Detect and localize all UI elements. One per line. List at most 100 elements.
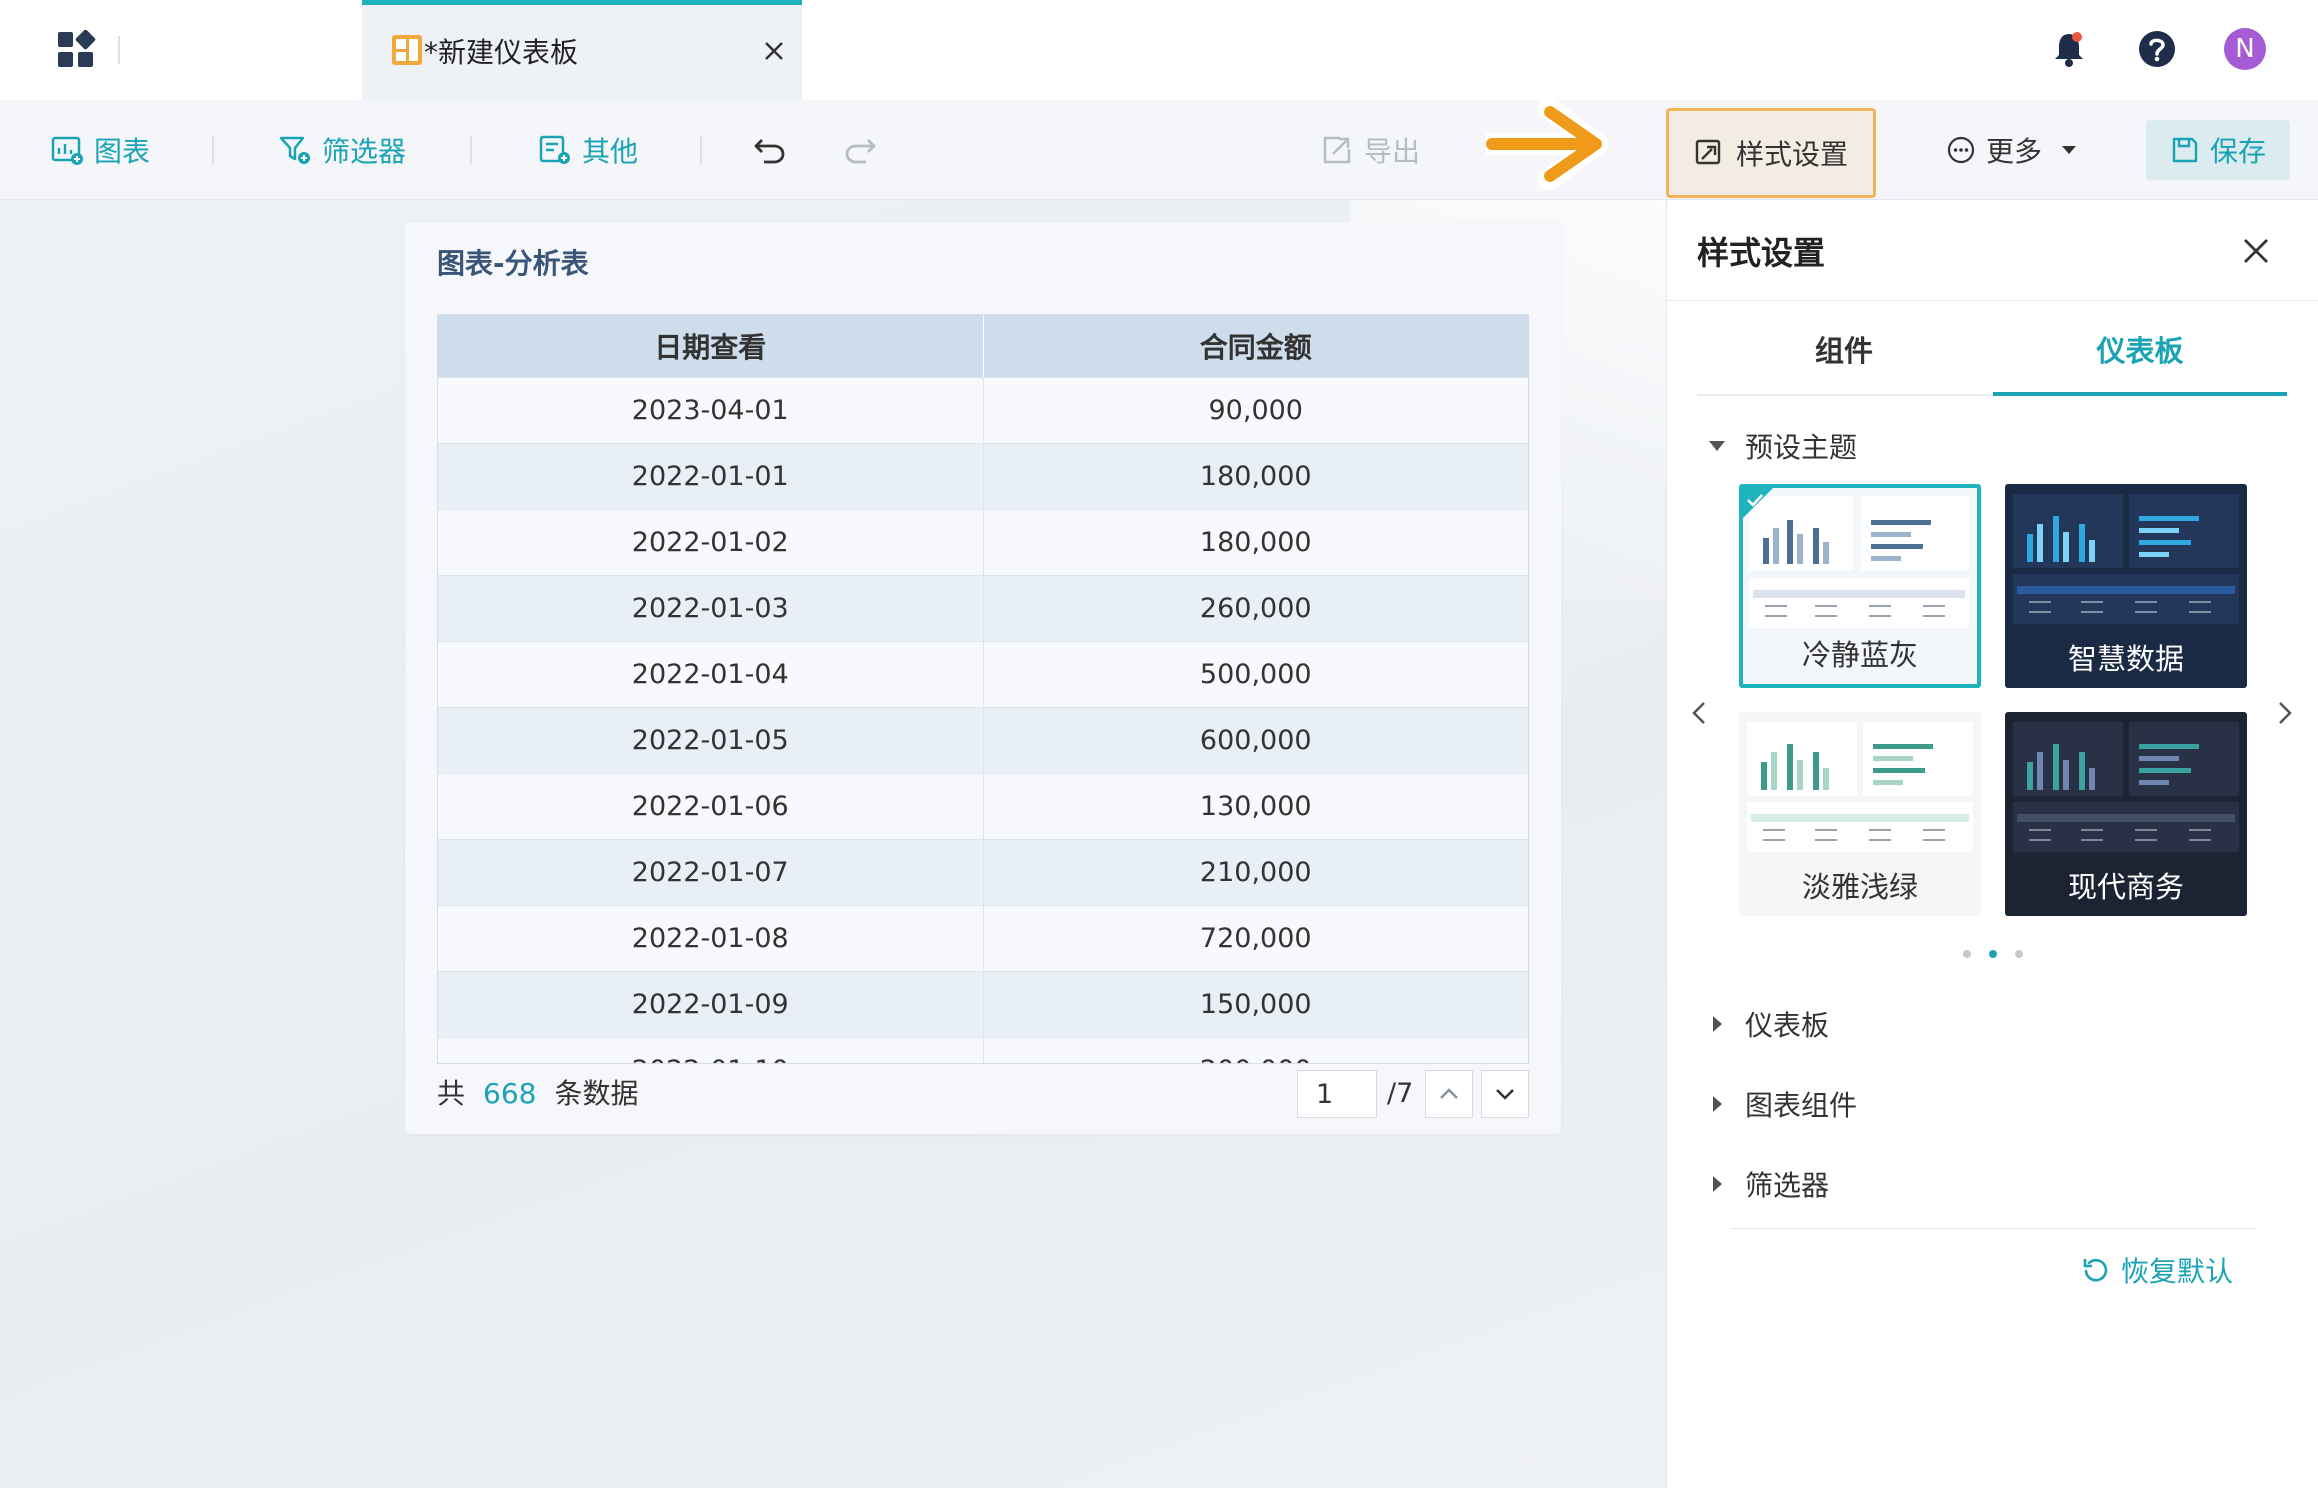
column-header-date[interactable]: 日期查看 [438,315,983,377]
cell-date: 2022-01-10 [438,1038,983,1063]
table-row: 2022-01-01 180,000 [438,443,1528,509]
card-title: 图表-分析表 [437,247,589,280]
active-tab-indicator [1993,392,2287,396]
other-button[interactable]: 其他 [538,128,638,172]
reset-default-button[interactable]: 恢复默认 [2081,1250,2233,1290]
add-chart-icon [51,136,83,165]
tab-dashboard[interactable]: *新建仪表板 [362,0,802,100]
theme-preview-thumbnail [1747,722,1973,852]
analysis-table: 日期查看 合同金额 2023-04-01 90,000 2022-01-01 180… [437,314,1529,1064]
theme-card-smart-data[interactable]: 智慧数据 [2005,484,2247,688]
chevron-down-icon [1496,1089,1514,1100]
bell-icon[interactable] [2048,28,2090,70]
tab-dashboard-style[interactable]: 仪表板 [1993,328,2287,370]
column-header-amount[interactable]: 合同金额 [982,315,1529,377]
theme-preview-thumbnail [2013,722,2239,852]
cell-amount: 150,000 [982,972,1529,1037]
export-icon [1323,136,1351,164]
cell-amount: 180,000 [982,510,1529,575]
save-button[interactable]: 保存 [2146,120,2290,180]
dashboard-section-label: 仪表板 [1745,1009,1830,1042]
caret-right-icon [1713,1096,1722,1112]
theme-card-elegant-green[interactable]: 淡雅浅绿 [1739,712,1981,916]
table-row: 2022-01-10200,000 [438,1037,1528,1063]
close-icon[interactable] [2241,236,2271,266]
tab-component[interactable]: 组件 [1697,328,1991,370]
theme-preview-thumbnail [1749,496,1969,628]
pointer-arrow-icon [1486,98,1609,190]
table-row: 2022-01-09 150,000 [438,971,1528,1037]
style-settings-button[interactable]: 样式设置 [1666,108,1876,198]
table-row: 2022-01-03 260,000 [438,575,1528,641]
page-number-input[interactable]: 1 [1297,1070,1377,1118]
cell-amount: 180,000 [982,444,1529,509]
add-filter-icon [279,136,310,164]
page-total: /7 [1387,1078,1414,1109]
caret-down-icon [2062,146,2077,154]
chevron-left-icon[interactable] [1687,700,1713,726]
preset-theme-section[interactable]: 预设主题 [1707,426,1857,466]
table-row: 2022-01-08 720,000 [438,905,1528,971]
undo-icon[interactable] [752,132,788,168]
table-row: 2022-01-05 600,000 [438,707,1528,773]
close-icon[interactable] [762,39,786,63]
help-icon[interactable] [2136,28,2178,70]
next-page-button[interactable] [1481,1070,1529,1118]
chart-component-section[interactable]: 图表组件 [1707,1084,1857,1124]
chart-card[interactable]: 图表-分析表 日期查看 合同金额 2023-04-01 90,000 2022-0… [405,222,1561,1134]
prev-page-button[interactable] [1425,1070,1473,1118]
cell-date: 2022-01-01 [631,461,789,492]
filter-button[interactable]: 筛选器 [278,128,406,172]
table-header: 日期查看 合同金额 [438,315,1528,377]
carousel-dot[interactable] [1963,950,1971,958]
cell-date: 2022-01-02 [631,527,789,558]
save-icon [2172,137,2198,163]
add-other-icon [539,135,570,164]
cell-date: 2022-01-08 [631,923,789,954]
app-grid-icon[interactable] [56,30,96,70]
avatar[interactable]: N [2224,28,2266,70]
cell-date: 2022-01-09 [631,989,789,1020]
cell-date: 2022-01-04 [631,659,789,690]
other-label: 其他 [582,135,639,168]
redo-icon[interactable] [842,132,878,168]
toolbar-divider [470,136,472,164]
more-icon [1947,136,1975,164]
caret-right-icon [1713,1016,1722,1032]
panel-divider [1731,1228,2255,1229]
carousel-dot-active[interactable] [1989,950,1997,958]
theme-name: 智慧数据 [2067,642,2184,676]
filter-label: 筛选器 [322,135,407,168]
table-row: 2023-04-01 90,000 [438,377,1528,443]
reset-icon [2083,1258,2108,1282]
panel-divider [1667,300,2318,301]
total-suffix: 条数据 [554,1077,639,1110]
dashboard-section[interactable]: 仪表板 [1707,1004,1829,1044]
filter-section-label: 筛选器 [1745,1169,1830,1202]
cell-amount: 260,000 [982,576,1529,641]
theme-card-modern-business[interactable]: 现代商务 [2005,712,2247,916]
reset-default-label: 恢复默认 [2121,1255,2234,1288]
export-button[interactable]: 导出 [1320,128,1420,172]
table-row: 2022-01-02 180,000 [438,509,1528,575]
tab-title: *新建仪表板 [424,36,579,69]
total-count: 668 [483,1077,537,1110]
table-row: 2022-01-06 130,000 [438,773,1528,839]
caret-down-icon [1709,441,1725,451]
cell-amount: 210,000 [982,840,1529,905]
caret-right-icon [1713,1176,1722,1192]
cell-date: 2022-01-06 [631,791,789,822]
style-settings-panel: 样式设置 组件 仪表板 预设主题 冷静蓝灰 智慧数据 淡雅浅绿 现代商务 仪表板… [1666,200,2318,1488]
cell-amount: 90,000 [982,378,1529,443]
carousel-dot[interactable] [2015,950,2023,958]
cell-amount: 130,000 [982,774,1529,839]
export-label: 导出 [1364,135,1421,168]
cell-date: 2022-01-05 [631,725,789,756]
chevron-right-icon[interactable] [2271,700,2297,726]
cell-date: 2022-01-07 [631,857,789,888]
chart-label: 图表 [94,135,151,168]
filter-section[interactable]: 筛选器 [1707,1164,1829,1204]
theme-card-calm-blue-gray[interactable]: 冷静蓝灰 [1739,484,1981,688]
chart-button[interactable]: 图表 [50,128,150,172]
more-button[interactable]: 更多 [1946,128,2078,172]
